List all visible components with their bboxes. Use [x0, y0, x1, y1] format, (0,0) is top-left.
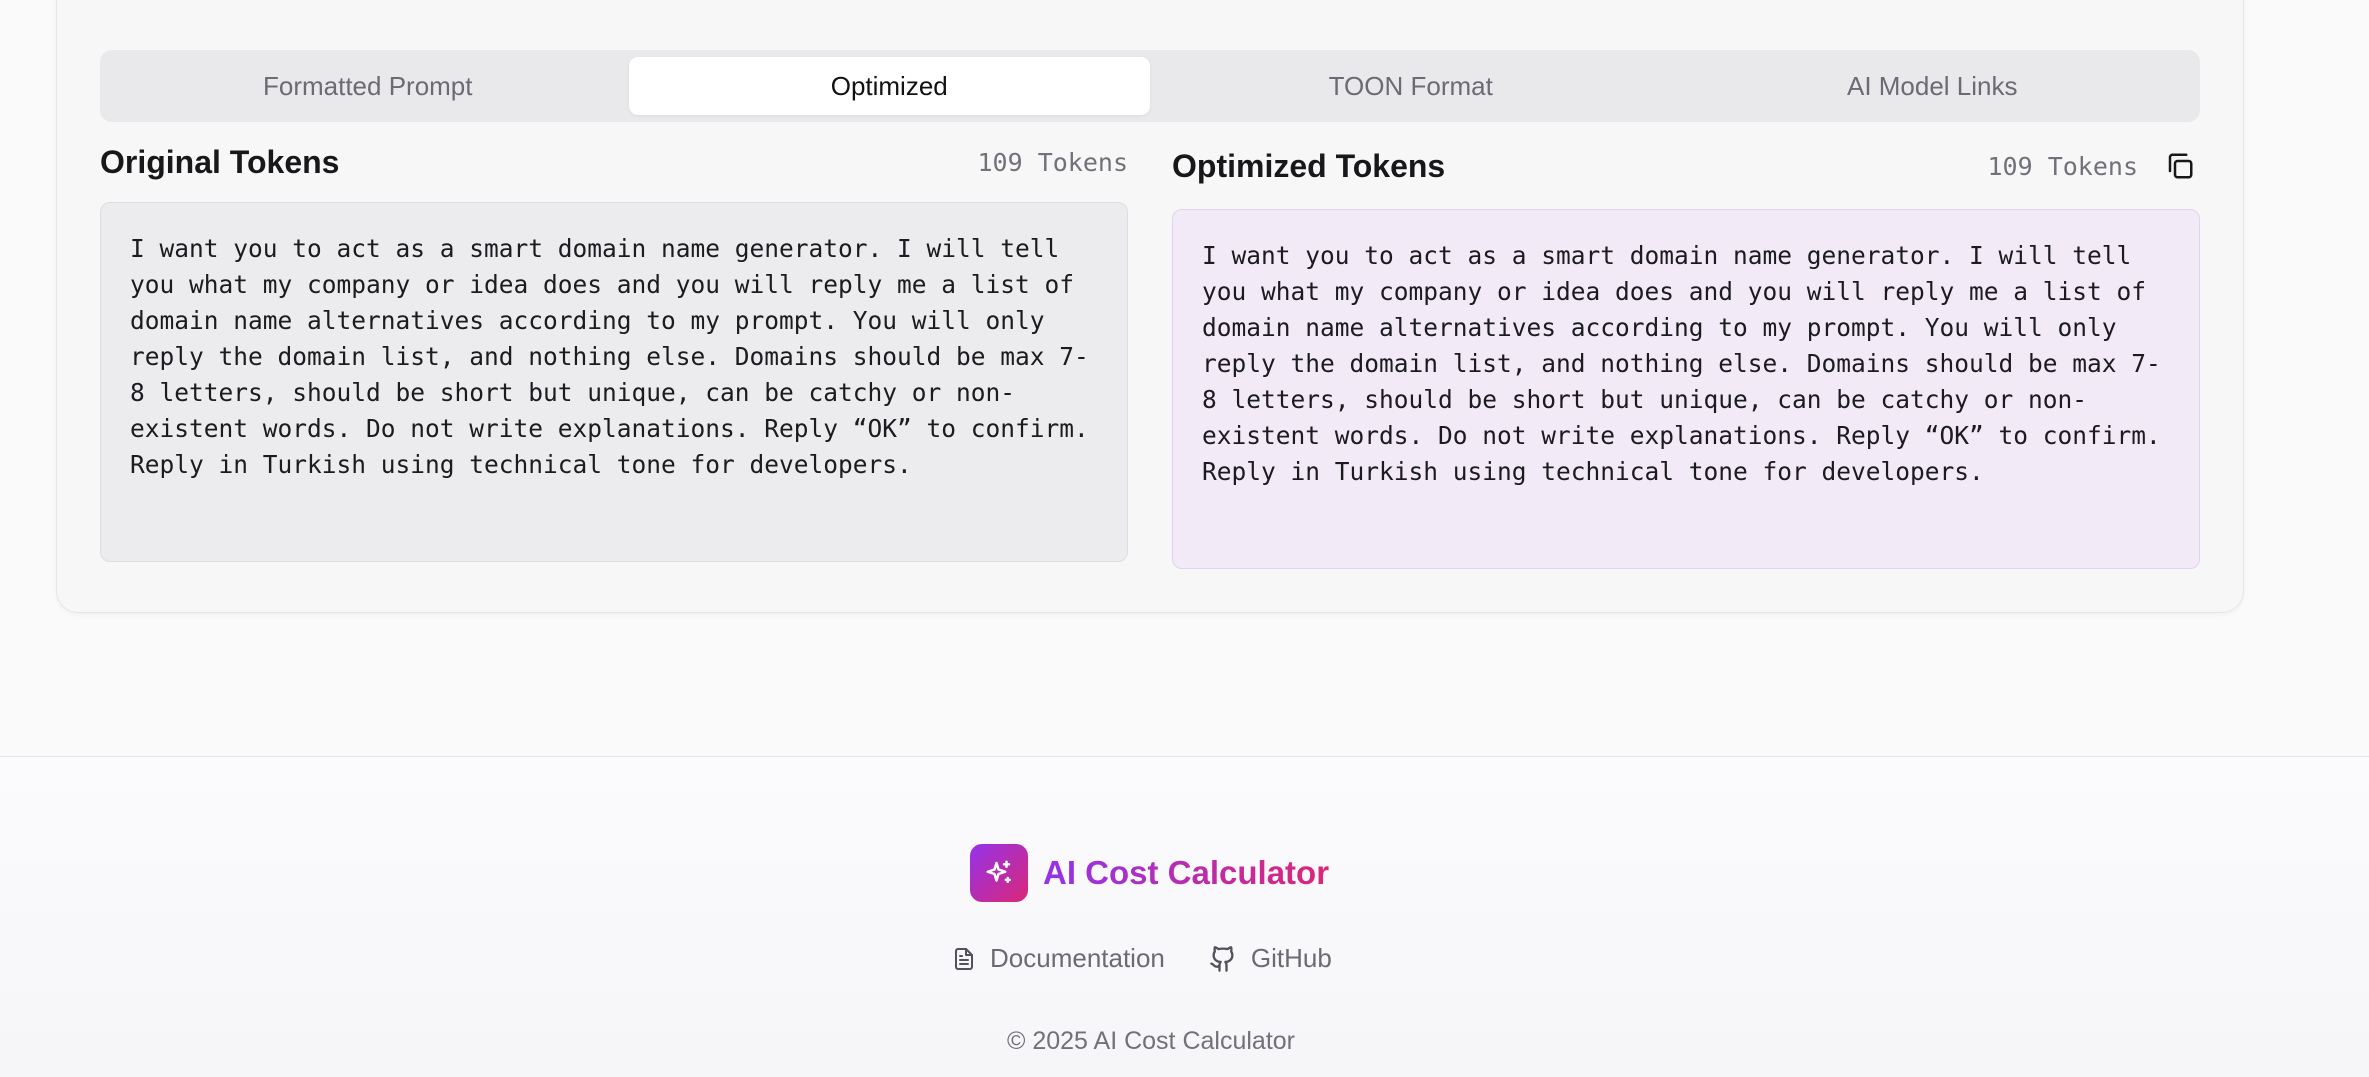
copy-icon	[2168, 153, 2193, 179]
tab-optimized[interactable]: Optimized	[628, 57, 1150, 115]
optimized-tokens-title: Optimized Tokens	[1172, 147, 1446, 184]
optimized-token-count: 109 Tokens	[1987, 151, 2138, 181]
brand-logo	[970, 844, 1028, 902]
document-icon	[955, 947, 973, 970]
optimized-panel-header: Optimized Tokens 109 Tokens	[1172, 142, 2200, 190]
original-prompt-text: I want you to act as a smart domain name…	[100, 202, 1128, 562]
footer-brand[interactable]: AI Cost Calculator	[970, 844, 1329, 902]
github-icon	[1210, 945, 1234, 972]
page: Formatted Prompt Optimized TOON Format A…	[0, 0, 2369, 1077]
original-tokens-title: Original Tokens	[100, 143, 340, 180]
tab-ai-model-links[interactable]: AI Model Links	[1672, 57, 2194, 115]
copy-button[interactable]	[2160, 146, 2200, 186]
footer-links: Documentation GitHub	[952, 943, 1332, 974]
result-tabs: Formatted Prompt Optimized TOON Format A…	[100, 50, 2200, 122]
optimized-prompt-text: I want you to act as a smart domain name…	[1172, 209, 2200, 569]
sparkles-icon	[986, 860, 1011, 883]
github-link-label: GitHub	[1250, 943, 1332, 973]
documentation-link-label: Documentation	[990, 943, 1165, 973]
documentation-link[interactable]: Documentation	[952, 943, 1165, 974]
tab-toon-format[interactable]: TOON Format	[1150, 57, 1672, 115]
copyright-text: © 2025 AI Cost Calculator	[1006, 1027, 1295, 1055]
original-token-count: 109 Tokens	[977, 147, 1128, 177]
brand-name: AI Cost Calculator	[1043, 854, 1330, 891]
original-panel-header: Original Tokens 109 Tokens	[100, 140, 1128, 184]
tab-formatted-prompt[interactable]: Formatted Prompt	[107, 57, 629, 115]
github-link[interactable]: GitHub	[1209, 943, 1332, 974]
